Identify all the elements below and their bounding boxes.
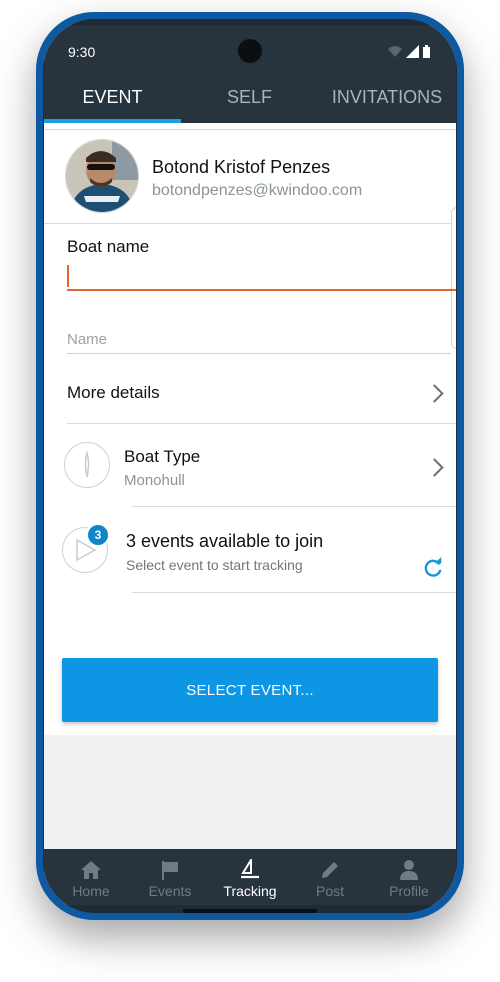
boat-name-label: Boat name <box>67 237 150 256</box>
pencil-icon <box>322 862 338 878</box>
divider <box>44 223 456 224</box>
tab-self[interactable]: SELF <box>181 71 318 123</box>
boat-type-label: Boat Type <box>124 447 201 466</box>
phone-bezel: 9:30 EVENT SELF INVITATIONS Botond Krist… <box>43 19 457 913</box>
flag-icon <box>162 861 178 880</box>
app-screen: 9:30 EVENT SELF INVITATIONS Botond Krist… <box>44 25 456 905</box>
select-event-button[interactable]: SELECT EVENT... <box>62 658 438 722</box>
status-time: 9:30 <box>68 44 96 60</box>
more-details-label: More details <box>67 383 160 402</box>
events-available-title: 3 events available to join <box>126 531 324 551</box>
empty-area <box>44 735 456 855</box>
status-bar: 9:30 <box>44 25 456 71</box>
wifi-icon <box>388 46 402 57</box>
user-name: Botond Kristof Penzes <box>152 157 331 177</box>
signal-icon <box>406 45 419 58</box>
boat-type-value: Monohull <box>124 472 185 489</box>
event-count-badge: 3 <box>86 523 110 547</box>
divider <box>67 423 456 424</box>
sailboat-icon <box>241 859 259 879</box>
nav-home-label: Home <box>72 883 110 899</box>
bottom-navigation: Home Events Tracking Post Profile <box>44 849 456 905</box>
avatar-photo <box>66 140 138 212</box>
name-input[interactable] <box>67 325 451 354</box>
battery-icon <box>423 47 430 58</box>
refresh-icon[interactable] <box>422 557 444 579</box>
events-available-subtitle: Select event to start tracking <box>126 557 303 573</box>
nav-profile[interactable]: Profile <box>368 849 450 905</box>
front-camera <box>238 39 262 63</box>
boat-name-input[interactable] <box>67 261 456 291</box>
divider <box>44 129 456 130</box>
tab-bar: EVENT SELF INVITATIONS <box>44 71 456 123</box>
person-icon <box>400 860 418 880</box>
nav-post[interactable]: Post <box>289 849 371 905</box>
divider <box>132 592 456 593</box>
home-icon <box>81 861 101 879</box>
active-tab-indicator <box>44 119 181 123</box>
home-indicator[interactable] <box>183 909 317 913</box>
hull-icon <box>84 450 90 478</box>
chevron-right-icon <box>425 384 444 403</box>
tab-invitations[interactable]: INVITATIONS <box>318 71 456 123</box>
nav-post-label: Post <box>315 883 344 899</box>
text-caret <box>67 265 69 287</box>
nav-events[interactable]: Events <box>129 849 211 905</box>
chevron-right-icon <box>425 458 444 477</box>
nav-events-label: Events <box>148 883 192 899</box>
phone-frame: 9:30 EVENT SELF INVITATIONS Botond Krist… <box>36 12 464 920</box>
nav-tracking-label: Tracking <box>223 883 277 899</box>
nav-home[interactable]: Home <box>50 849 132 905</box>
avatar[interactable] <box>65 139 139 213</box>
nav-tracking[interactable]: Tracking <box>209 849 291 905</box>
user-email: botondpenzes@kwindoo.com <box>152 182 363 199</box>
divider <box>132 506 456 507</box>
nav-profile-label: Profile <box>389 883 429 899</box>
event-form: Botond Kristof Penzes botondpenzes@kwind… <box>44 129 456 729</box>
boat-type-icon <box>64 442 110 488</box>
status-icons <box>388 45 430 58</box>
tab-event[interactable]: EVENT <box>44 71 181 123</box>
